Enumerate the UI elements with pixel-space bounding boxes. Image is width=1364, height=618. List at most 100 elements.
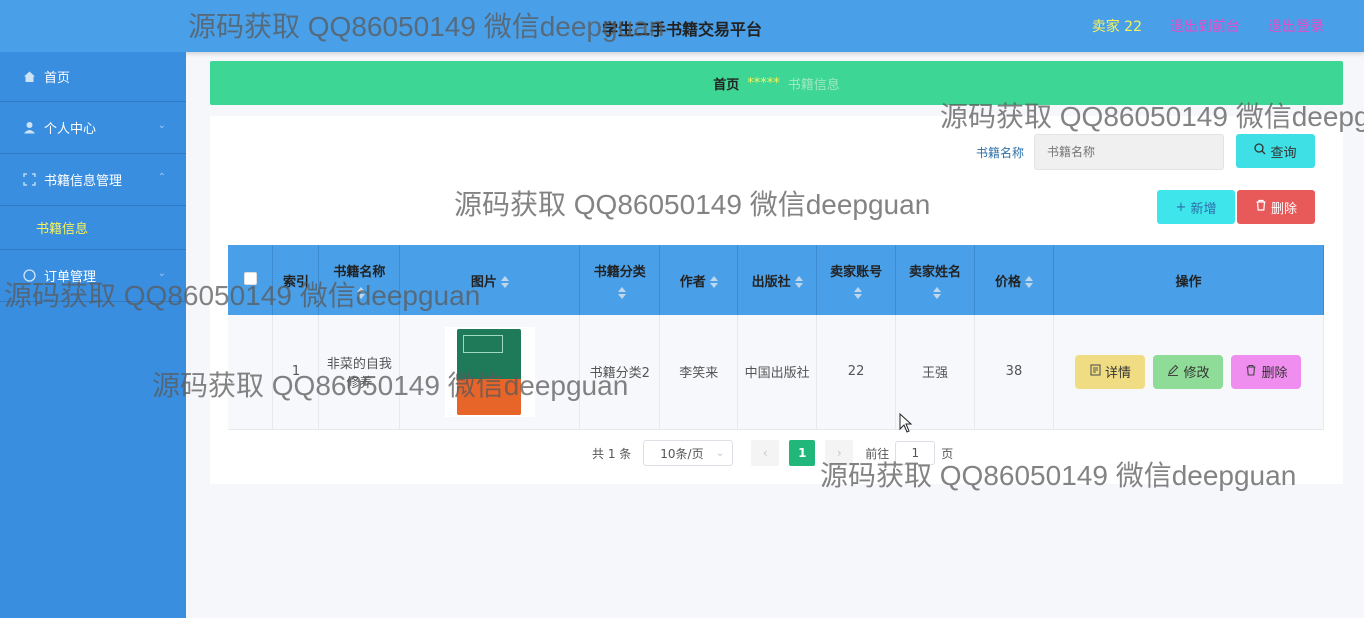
- chevron-down-icon: ⌄: [157, 120, 166, 131]
- search-row: 书籍名称: [976, 134, 1225, 170]
- row-checkbox-cell[interactable]: [228, 315, 274, 430]
- trash-icon: [1255, 199, 1267, 215]
- prev-page-button[interactable]: ‹: [751, 440, 780, 466]
- top-header: 学生二手书籍交易平台 卖家 22 退出到前台 退出登录: [0, 0, 1364, 52]
- header-category-label: 书籍分类: [593, 264, 646, 280]
- header-right: 卖家 22 退出到前台 退出登录: [1092, 16, 1324, 36]
- sidebar-item-label: 书籍信息管理: [44, 174, 123, 189]
- books-table: 索引 书籍名称 图片 书籍分类 作者 出版社 卖家账号 卖家姓名 价格 操作 1…: [228, 245, 1325, 430]
- goto-input[interactable]: [895, 441, 936, 465]
- header-author[interactable]: 作者: [659, 245, 739, 315]
- chevron-right-icon: ›: [836, 446, 842, 460]
- sort-icon[interactable]: [357, 286, 366, 300]
- header-index: 索引: [272, 245, 320, 315]
- table-row: 1 非菜的自我修养 书籍分类2 李笑来 中国出版社 22 王强 38 详情 修改…: [228, 315, 1325, 430]
- header-seller-account[interactable]: 卖家账号: [816, 245, 897, 315]
- page-size-select[interactable]: 10条/页 ⌄: [643, 440, 734, 466]
- sidebar-item-label: 首页: [44, 71, 71, 86]
- breadcrumb-separator: *****: [747, 75, 780, 91]
- search-icon: [1254, 143, 1266, 159]
- cell-actions: 详情 修改 删除: [1053, 315, 1325, 430]
- chevron-left-icon: ‹: [762, 446, 768, 460]
- goto-label: 前往: [865, 446, 890, 461]
- search-input[interactable]: [1034, 134, 1225, 170]
- next-page-button[interactable]: ›: [825, 440, 854, 466]
- sidebar-item-books[interactable]: 书籍信息管理 ⌃: [0, 154, 186, 206]
- header-image[interactable]: 图片: [399, 245, 581, 315]
- logout-link[interactable]: 退出登录: [1268, 16, 1324, 36]
- chevron-down-icon: ⌄: [715, 447, 725, 459]
- book-cover-image: [444, 326, 535, 417]
- row-delete-button[interactable]: 删除: [1231, 354, 1302, 389]
- expand-icon: [22, 173, 36, 187]
- plus-icon: +: [1175, 199, 1187, 215]
- breadcrumb-home[interactable]: 首页: [713, 74, 739, 93]
- delete-label: 删除: [1270, 201, 1297, 217]
- header-author-label: 作者: [679, 274, 706, 290]
- header-name-label: 书籍名称: [333, 264, 386, 280]
- seller-name: 卖家 22: [1091, 19, 1142, 35]
- detail-button[interactable]: 详情: [1075, 354, 1146, 389]
- table-header-row: 索引 书籍名称 图片 书籍分类 作者 出版社 卖家账号 卖家姓名 价格 操作: [228, 245, 1325, 315]
- page-size-value: 10条/页: [660, 446, 704, 461]
- sidebar-subitem-book-info[interactable]: 书籍信息: [0, 206, 186, 250]
- pagination-total: 共 1 条: [592, 446, 632, 461]
- pagination: 共 1 条 10条/页 ⌄ ‹ 1 › 前往 页: [592, 440, 953, 466]
- sidebar-item-orders[interactable]: 订单管理 ⌄: [0, 250, 186, 302]
- document-icon: [1090, 364, 1101, 380]
- header-price[interactable]: 价格: [974, 245, 1054, 315]
- book-cover: [456, 328, 521, 415]
- header-seller-name[interactable]: 卖家姓名: [895, 245, 975, 315]
- breadcrumb-current: 书籍信息: [787, 77, 840, 93]
- sidebar-item-home[interactable]: 首页: [0, 52, 186, 102]
- select-all-checkbox[interactable]: [243, 271, 257, 285]
- sort-icon[interactable]: [1024, 275, 1033, 289]
- sort-icon[interactable]: [794, 275, 803, 289]
- header-category[interactable]: 书籍分类: [579, 245, 661, 315]
- cell-seller-account: 22: [816, 315, 897, 430]
- home-icon: [22, 70, 36, 84]
- cell-seller-name: 王强: [895, 315, 975, 430]
- sidebar-item-label: 订单管理: [44, 270, 97, 285]
- goto-suffix: 页: [941, 446, 954, 461]
- chevron-down-icon: ⌄: [157, 268, 166, 279]
- add-label: 新增: [1190, 201, 1217, 217]
- pencil-icon: [1167, 364, 1179, 380]
- front-link[interactable]: 退出到前台: [1170, 16, 1240, 36]
- search-label: 书籍名称: [976, 145, 1025, 160]
- sidebar: 首页 个人中心 ⌄ 书籍信息管理 ⌃ 书籍信息 订单管理 ⌄: [0, 52, 186, 618]
- sort-icon[interactable]: [709, 275, 718, 289]
- header-actions: 操作: [1053, 245, 1325, 315]
- query-label: 查询: [1270, 145, 1297, 161]
- header-name[interactable]: 书籍名称: [318, 245, 401, 315]
- header-image-label: 图片: [470, 274, 497, 290]
- edit-button[interactable]: 修改: [1153, 354, 1224, 389]
- sidebar-item-label: 个人中心: [44, 122, 97, 137]
- user-icon: [22, 121, 36, 135]
- goto-group: 前往 页: [865, 441, 953, 465]
- sort-icon[interactable]: [933, 286, 942, 300]
- sidebar-item-profile[interactable]: 个人中心 ⌄: [0, 102, 186, 154]
- header-publisher-label: 出版社: [751, 274, 791, 290]
- row-delete-label: 删除: [1261, 366, 1288, 382]
- sort-icon[interactable]: [854, 286, 863, 300]
- sort-icon[interactable]: [500, 275, 509, 289]
- detail-label: 详情: [1104, 366, 1131, 382]
- add-button[interactable]: + 新增: [1157, 190, 1235, 224]
- cell-price: 38: [974, 315, 1054, 430]
- trash-icon: [1245, 364, 1257, 380]
- cell-publisher: 中国出版社: [737, 315, 818, 430]
- cell-name: 非菜的自我修养: [318, 315, 401, 430]
- select-all-header[interactable]: [228, 245, 274, 315]
- cell-index: 1: [272, 315, 320, 430]
- page-number-button[interactable]: 1: [789, 440, 816, 466]
- delete-button[interactable]: 删除: [1237, 190, 1315, 224]
- edit-label: 修改: [1183, 366, 1210, 382]
- cell-category: 书籍分类2: [579, 315, 661, 430]
- sort-icon[interactable]: [617, 286, 626, 300]
- header-price-label: 价格: [994, 274, 1021, 290]
- header-publisher[interactable]: 出版社: [737, 245, 818, 315]
- header-seller-account-label: 卖家账号: [830, 264, 883, 280]
- cell-image: [399, 315, 581, 430]
- query-button[interactable]: 查询: [1236, 134, 1315, 168]
